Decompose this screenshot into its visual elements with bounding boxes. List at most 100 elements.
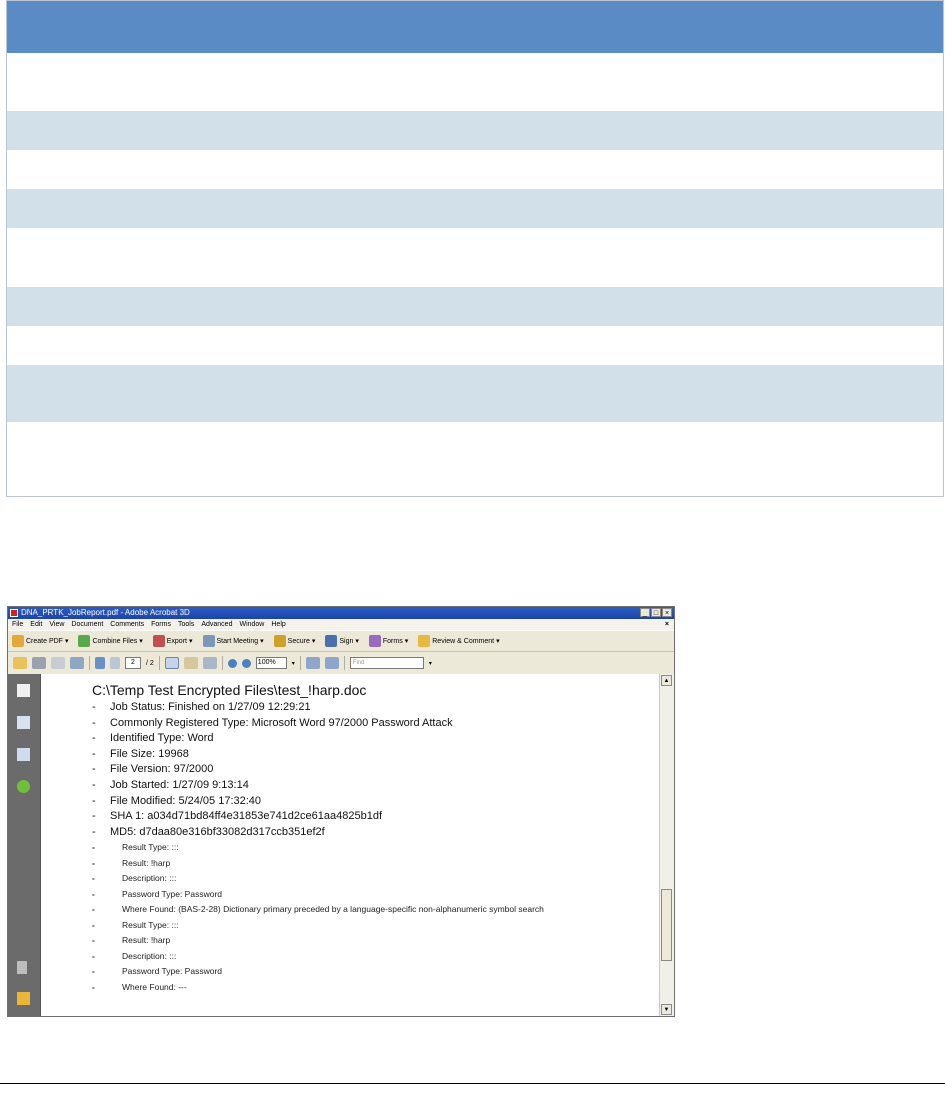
result-item: - Result: !harp (92, 935, 171, 946)
maximize-button[interactable]: □ (651, 608, 661, 617)
table-row (7, 111, 943, 150)
scroll-down-icon[interactable]: ▼ (661, 1004, 672, 1015)
list-item: - Identified Type: Word (92, 732, 214, 745)
comments-icon[interactable] (17, 992, 30, 1005)
navigation-toolbar: 2 / 2 100% ▾ Find ▾ (8, 652, 674, 675)
menu-view[interactable]: View (49, 619, 64, 630)
menu-forms[interactable]: Forms (151, 619, 171, 630)
bookmarks-icon[interactable] (17, 716, 30, 729)
zoom-tool-icon[interactable] (202, 657, 217, 669)
lock-icon (273, 635, 286, 647)
combine-files-button[interactable]: Combine Files ▾ (78, 635, 143, 647)
document-table (6, 0, 944, 497)
forms-label: Forms (382, 637, 403, 645)
review-comment-label: Review & Comment (432, 637, 495, 645)
find-input[interactable]: Find (349, 657, 424, 669)
list-item: - File Size: 19968 (92, 747, 189, 760)
select-tool-icon[interactable] (164, 657, 179, 669)
start-meeting-icon (202, 635, 215, 647)
close-button[interactable]: × (662, 608, 672, 617)
zoom-level-select[interactable]: 100% (255, 657, 287, 669)
fit-width-icon[interactable] (305, 657, 320, 669)
vertical-scrollbar[interactable]: ▲ ▼ (659, 674, 674, 1016)
menu-window[interactable]: Window (239, 619, 264, 630)
navigation-panel (8, 674, 40, 1016)
table-header-row (7, 1, 943, 53)
menu-comments[interactable]: Comments (110, 619, 144, 630)
report-file-path: C:\Temp Test Encrypted Files\test_!harp.… (92, 682, 367, 698)
result-item: - Password Type: Password (92, 966, 222, 977)
start-meeting-button[interactable]: Start Meeting ▾ (202, 635, 264, 647)
secure-button[interactable]: Secure ▾ (273, 635, 315, 647)
hand-tool-icon[interactable] (183, 657, 198, 669)
document-pane: C:\Temp Test Encrypted Files\test_!harp.… (40, 674, 660, 1016)
table-row (7, 422, 943, 496)
table-row (7, 326, 943, 365)
fit-page-icon[interactable] (324, 657, 339, 669)
list-item: - Job Status: Finished on 1/27/09 12:29:2… (92, 701, 311, 713)
scroll-thumb[interactable] (661, 889, 672, 961)
table-row (7, 287, 943, 326)
forms-icon (368, 635, 381, 647)
forms-button[interactable]: Forms ▾ (368, 635, 408, 647)
save-icon[interactable] (51, 657, 65, 669)
menu-help[interactable]: Help (271, 619, 285, 630)
list-item: - Job Started: 1/27/09 9:13:14 (92, 778, 249, 791)
close-document-icon[interactable]: × (665, 619, 669, 630)
table-row (7, 53, 943, 111)
table-row (7, 189, 943, 228)
combine-files-icon (78, 635, 91, 647)
menu-edit[interactable]: Edit (30, 619, 42, 630)
menu-document[interactable]: Document (71, 619, 103, 630)
review-comment-button[interactable]: Review & Comment ▾ (418, 635, 500, 647)
table-row (7, 365, 943, 422)
footer-divider (0, 1083, 945, 1084)
print-icon[interactable] (32, 657, 46, 669)
start-meeting-label: Start Meeting (216, 637, 259, 645)
list-item: - Commonly Registered Type: Microsoft Wor… (92, 716, 453, 729)
acrobat-window: DNA_PRTK_JobReport.pdf - Adobe Acrobat 3… (7, 606, 675, 1017)
tasks-toolbar: Create PDF ▾ Combine Files ▾ Export ▾ Start… (8, 630, 674, 652)
zoom-in-icon[interactable] (241, 658, 251, 668)
result-item: - Result Type: ::: (92, 842, 179, 853)
chevron-down-icon[interactable]: ▾ (292, 660, 295, 667)
secure-label: Secure (287, 637, 310, 645)
page-number-input[interactable]: 2 (125, 657, 141, 669)
create-pdf-label: Create PDF (26, 637, 63, 645)
email-icon[interactable] (70, 657, 84, 669)
sign-button[interactable]: Sign ▾ (325, 635, 359, 647)
open-folder-icon[interactable] (13, 657, 27, 669)
zoom-out-icon[interactable] (227, 658, 237, 668)
menu-advanced[interactable]: Advanced (201, 619, 232, 630)
create-pdf-button[interactable]: Create PDF ▾ (12, 635, 68, 647)
export-icon (152, 635, 165, 647)
result-item: - Password Type: Password (92, 888, 222, 899)
list-item: - File Version: 97/2000 (92, 763, 214, 776)
job-report: C:\Temp Test Encrypted Files\test_!harp.… (92, 682, 652, 995)
scroll-up-icon[interactable]: ▲ (661, 675, 672, 686)
attachment-paperclip-icon[interactable] (17, 961, 27, 974)
create-pdf-icon (12, 635, 24, 647)
previous-page-icon[interactable] (95, 657, 105, 669)
sign-label: Sign (339, 637, 354, 645)
list-item: - MD5: d7daa80e316bf33082d317ccb351ef2f (92, 825, 325, 838)
export-label: Export (166, 637, 187, 645)
menu-tools[interactable]: Tools (178, 619, 194, 630)
pen-icon (325, 635, 338, 647)
menu-file[interactable]: File (12, 619, 23, 630)
window-title: DNA_PRTK_JobReport.pdf - Adobe Acrobat 3… (21, 608, 190, 617)
minimize-button[interactable]: _ (640, 608, 650, 617)
find-options-icon[interactable]: ▾ (429, 660, 432, 667)
list-item: - SHA 1: a034d71bd84ff4e31853e741d2ce61aa… (92, 810, 383, 823)
pages-icon[interactable] (17, 684, 30, 697)
help-icon[interactable] (17, 780, 30, 793)
menu-bar: File Edit View Document Comments Forms T… (8, 619, 674, 630)
next-page-icon[interactable] (110, 657, 120, 669)
export-button[interactable]: Export ▾ (152, 635, 193, 647)
result-item: - Result Type: ::: (92, 919, 179, 930)
review-comment-icon (418, 635, 431, 647)
result-item: - Result: !harp (92, 857, 171, 868)
pdf-app-icon (10, 609, 18, 617)
signatures-icon[interactable] (17, 748, 30, 761)
combine-files-label: Combine Files (92, 637, 138, 645)
